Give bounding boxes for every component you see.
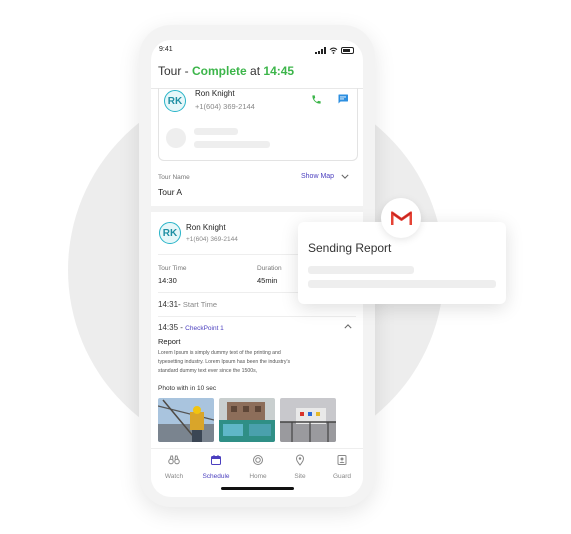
photo-thumbnail-worker[interactable] bbox=[158, 398, 214, 442]
avatar: RK bbox=[164, 90, 186, 112]
tab-guard[interactable]: Guard bbox=[322, 453, 362, 480]
duration-value: 45min bbox=[257, 276, 278, 285]
checkpoint-label: CheckPoint 1 bbox=[185, 325, 224, 332]
status-icons bbox=[315, 46, 354, 54]
chevron-up-icon[interactable] bbox=[344, 324, 352, 329]
loading-line-placeholder bbox=[308, 280, 496, 288]
tour-status: Complete bbox=[192, 64, 247, 78]
battery-icon bbox=[341, 46, 354, 54]
tab-label: Schedule bbox=[202, 473, 230, 480]
timeline-start: 14:31- Start Time bbox=[158, 300, 218, 309]
report-text-line: Lorem Ipsum is simply dummy text of the … bbox=[158, 350, 281, 356]
status-time: 9:41 bbox=[159, 46, 173, 53]
tour-complete-time: 14:45 bbox=[263, 64, 295, 78]
tour-name-value: Tour A bbox=[158, 187, 183, 197]
wifi-icon bbox=[329, 47, 338, 54]
photo-thumbnail-gate[interactable] bbox=[280, 398, 336, 442]
bottom-tab-bar: Watch Schedule Home Site Guard bbox=[151, 448, 363, 483]
tour-name-label: Tour Name bbox=[158, 174, 190, 181]
gmail-badge bbox=[381, 198, 421, 238]
timeline-checkpoint: 14:35 - CheckPoint 1 bbox=[158, 323, 224, 332]
binoculars-icon bbox=[168, 455, 180, 465]
tab-label: Guard bbox=[332, 473, 352, 480]
location-pin-icon bbox=[295, 454, 305, 466]
loading-line-placeholder bbox=[308, 266, 414, 274]
tab-home[interactable]: Home bbox=[238, 453, 278, 480]
chevron-down-icon bbox=[341, 174, 349, 179]
guard-avatar: RK bbox=[159, 222, 181, 244]
tab-label: Watch bbox=[164, 473, 184, 480]
report-text-line: typesetting industry. Lorem Ipsum has be… bbox=[158, 359, 291, 365]
start-time: 14:31 bbox=[158, 300, 179, 309]
tab-label: Home bbox=[249, 473, 267, 480]
divider bbox=[158, 316, 356, 317]
home-icon bbox=[253, 455, 263, 465]
photos-label: Photo with in 10 sec bbox=[158, 385, 217, 392]
id-badge-icon bbox=[337, 455, 347, 465]
tab-site[interactable]: Site bbox=[280, 453, 320, 480]
signal-icon bbox=[315, 46, 326, 54]
duration-label: Duration bbox=[257, 265, 282, 272]
contact-card: RK Ron Knight +1(604) 369-2144 bbox=[158, 88, 358, 161]
contact-name: Ron Knight bbox=[195, 89, 235, 98]
photo-thumbnail-building[interactable] bbox=[219, 398, 275, 442]
loading-line-placeholder bbox=[194, 128, 238, 135]
home-indicator bbox=[221, 487, 294, 490]
loading-avatar-placeholder bbox=[166, 128, 186, 148]
tab-schedule[interactable]: Schedule bbox=[196, 453, 236, 480]
guard-phone: +1(604) 369-2144 bbox=[186, 236, 238, 243]
status-bar: 9:41 bbox=[151, 40, 363, 62]
start-time-label: Start Time bbox=[182, 300, 218, 309]
page-title: Tour - Complete at 14:45 bbox=[158, 64, 295, 78]
tour-header: Tour - Complete at 14:45 bbox=[151, 62, 363, 89]
show-map-label: Show Map bbox=[301, 173, 335, 180]
phone-call-icon[interactable] bbox=[311, 94, 322, 105]
guard-name: Ron Knight bbox=[186, 223, 226, 232]
report-text-line: standard dummy text ever since the 1500s… bbox=[158, 368, 258, 374]
report-title: Report bbox=[158, 337, 181, 346]
tab-label: Site bbox=[294, 473, 306, 480]
tab-watch[interactable]: Watch bbox=[154, 453, 194, 480]
checkpoint-time: 14:35 bbox=[158, 323, 179, 332]
calendar-icon bbox=[211, 455, 221, 465]
tour-time-value: 14:30 bbox=[158, 276, 177, 285]
message-icon[interactable] bbox=[337, 93, 349, 105]
show-map-button[interactable]: Show Map bbox=[301, 173, 349, 180]
gmail-icon bbox=[390, 211, 412, 226]
section-divider bbox=[151, 206, 363, 212]
popup-title: Sending Report bbox=[308, 241, 392, 255]
contact-phone: +1(604) 369-2144 bbox=[195, 102, 255, 111]
loading-line-placeholder bbox=[194, 141, 270, 148]
tour-time-label: Tour Time bbox=[158, 265, 187, 272]
